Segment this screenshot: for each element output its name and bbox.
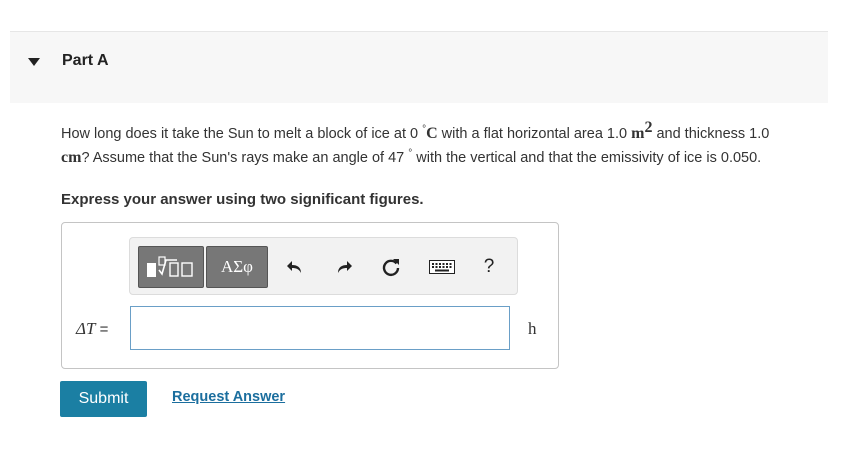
templates-icon: [147, 256, 193, 277]
greek-symbols-button[interactable]: ΑΣφ: [206, 246, 268, 288]
question-text-4: ? Assume that the Sun's rays make an ang…: [81, 149, 409, 166]
redo-icon[interactable]: [333, 256, 355, 278]
part-title: Part A: [62, 52, 109, 69]
question-text-3: and thickness 1.0: [652, 125, 770, 142]
question-text-5: with the vertical and that the emissivit…: [412, 149, 762, 166]
request-answer-link[interactable]: Request Answer: [172, 389, 285, 405]
reset-icon[interactable]: [380, 256, 402, 278]
answer-label: ΔT =: [76, 319, 108, 339]
area-unit: m: [631, 124, 645, 142]
submit-button[interactable]: Submit: [60, 381, 147, 417]
question-text: How long does it take the Sun to melt a …: [61, 118, 781, 168]
answer-box: ΑΣφ ? ΔT = h: [61, 222, 559, 369]
question-text-2: with a flat horizontal area 1.0: [437, 125, 632, 142]
length-unit: cm: [61, 148, 82, 166]
instruction-text: Express your answer using two significan…: [61, 191, 424, 208]
templates-button[interactable]: [138, 246, 204, 288]
answer-variable: ΔT: [76, 319, 96, 338]
question-text-1: How long does it take the Sun to melt a …: [61, 125, 423, 142]
celsius-unit: C: [426, 124, 438, 142]
undo-icon[interactable]: [284, 256, 306, 278]
part-header[interactable]: Part A: [10, 31, 828, 103]
keyboard-icon[interactable]: [428, 256, 456, 278]
help-icon[interactable]: ?: [478, 256, 500, 278]
answer-unit: h: [528, 319, 537, 338]
answer-equals: =: [95, 321, 109, 338]
answer-input[interactable]: [130, 306, 510, 350]
caret-down-icon[interactable]: [28, 58, 40, 66]
math-toolbar: ΑΣφ ?: [129, 237, 518, 295]
